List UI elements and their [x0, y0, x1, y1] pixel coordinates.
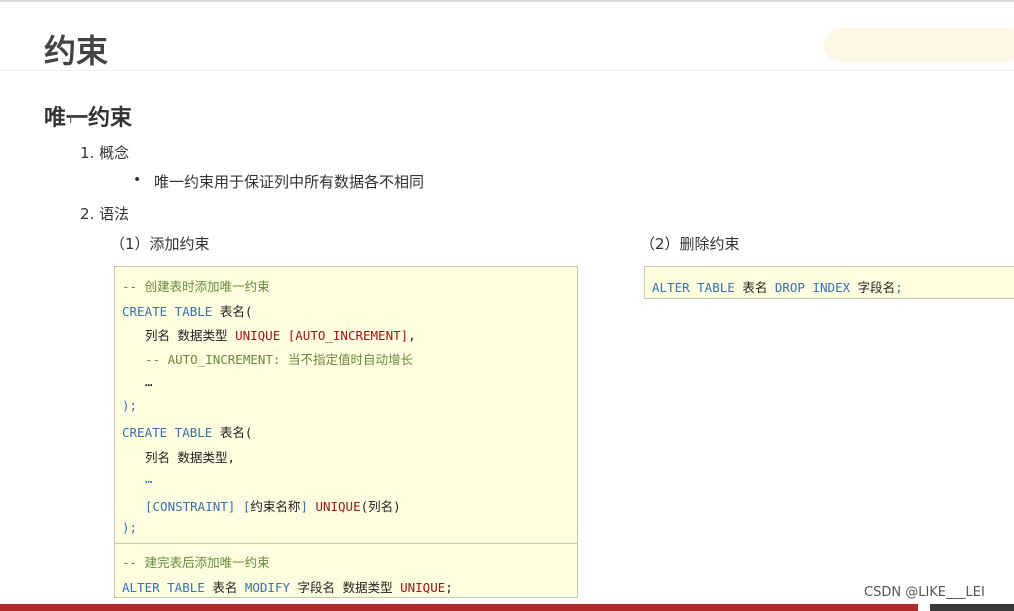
- code-keyword: ALTER TABLE: [652, 280, 735, 295]
- code-keyword: CREATE TABLE: [122, 425, 213, 440]
- code-keyword: DROP INDEX: [774, 280, 851, 295]
- code-text: 表名: [204, 580, 245, 595]
- drop-constraint-code-block: ALTER TABLE 表名 DROP INDEX 字段名;: [644, 266, 1014, 299]
- title-divider: [0, 70, 1014, 71]
- code-keyword: [CONSTRAINT] [: [145, 499, 251, 514]
- code-keyword: CREATE TABLE: [122, 304, 213, 319]
- decorative-pill: [824, 28, 1014, 62]
- code-close: );: [122, 398, 138, 413]
- code-line: ALTER TABLE 表名 MODIFY 字段名 数据类型 UNIQUE;: [122, 577, 453, 596]
- code-keyword: ALTER TABLE: [122, 580, 205, 595]
- code-text: 列名 数据类型: [145, 328, 236, 343]
- code-line: CREATE TABLE 表名(: [122, 301, 252, 320]
- code-text: 约束名称: [250, 499, 301, 514]
- bottom-dark-bar: [930, 604, 1014, 611]
- bullet-icon: •: [133, 172, 142, 188]
- add-constraint-label: （1）添加约束: [110, 235, 210, 253]
- watermark: CSDN @LIKE___LEI: [864, 585, 985, 600]
- concept-bullet-text: 唯一约束用于保证列中所有数据各不相同: [154, 173, 425, 191]
- code-text: 表名: [734, 280, 775, 295]
- code-keyword: ;: [895, 280, 903, 295]
- add-constraint-code-block: -- 创建表时添加唯一约束 CREATE TABLE 表名( 列名 数据类型 U…: [114, 266, 578, 598]
- code-comment: -- 建完表后添加唯一约束: [122, 555, 270, 570]
- code-text: 字段名: [850, 280, 896, 295]
- code-keyword: ]: [300, 499, 316, 514]
- top-border: [0, 0, 1014, 2]
- code-constraint: UNIQUE: [315, 499, 361, 514]
- slide-title: 约束: [44, 32, 109, 70]
- code-comment: -- 创建表时添加唯一约束: [122, 279, 270, 294]
- code-text: 表名(: [212, 425, 253, 440]
- code-line: CREATE TABLE 表名(: [122, 422, 252, 441]
- code-text: 表名(: [212, 304, 253, 319]
- syntax-label: 2. 语法: [80, 205, 130, 223]
- code-text: (列名): [360, 499, 401, 514]
- code-comment: -- AUTO_INCREMENT: 当不指定值时自动增长: [145, 352, 413, 367]
- code-line: 列名 数据类型 UNIQUE [AUTO_INCREMENT],: [145, 325, 416, 344]
- code-text: 列名 数据类型,: [145, 450, 236, 465]
- section-title: 唯一约束: [44, 106, 133, 131]
- drop-constraint-label: （2）删除约束: [640, 235, 740, 253]
- code-ellipsis: …: [145, 471, 153, 486]
- code-constraint: UNIQUE: [400, 580, 446, 595]
- code-line: [CONSTRAINT] [约束名称] UNIQUE(列名): [145, 496, 401, 515]
- code-keyword: MODIFY: [244, 580, 291, 595]
- bottom-accent-bar: [0, 604, 918, 611]
- code-close: );: [122, 520, 138, 535]
- code-ellipsis: …: [145, 374, 153, 389]
- code-text: ,: [408, 328, 416, 343]
- code-text: ;: [445, 580, 453, 595]
- code-text: 字段名 数据类型: [290, 580, 401, 595]
- code-line: ALTER TABLE 表名 DROP INDEX 字段名;: [652, 277, 903, 296]
- code-divider: [115, 543, 577, 544]
- code-constraint: UNIQUE [AUTO_INCREMENT]: [235, 328, 409, 343]
- text-cursor-icon: I: [69, 113, 73, 126]
- concept-label: 1. 概念: [80, 144, 130, 162]
